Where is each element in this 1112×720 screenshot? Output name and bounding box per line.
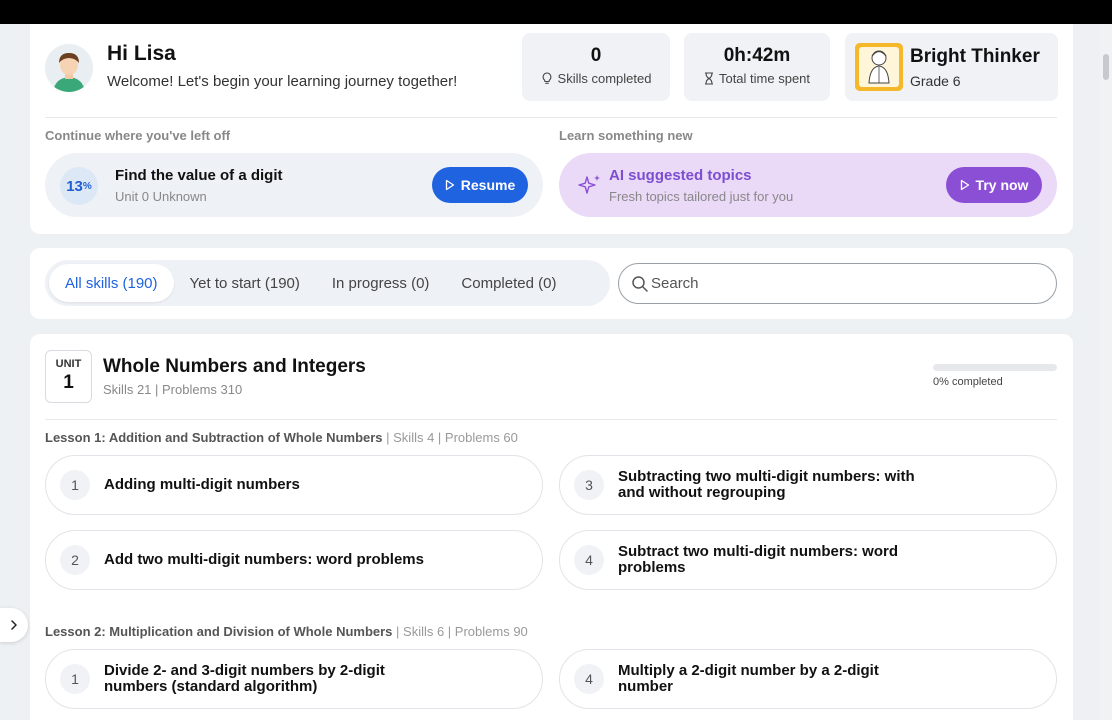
dashboard-header: Hi Lisa Welcome! Let's begin your learni… bbox=[30, 24, 1073, 234]
skills-completed-value: 0 bbox=[590, 45, 602, 66]
skill-name: Subtracting two multi-digit numbers: wit… bbox=[618, 468, 915, 501]
tab-completed[interactable]: Completed (0) bbox=[445, 264, 572, 302]
lesson-header[interactable]: Lesson 1: Addition and Subtraction of Wh… bbox=[45, 430, 518, 445]
scrollbar[interactable] bbox=[1100, 24, 1112, 720]
try-now-button-label: Try now bbox=[975, 177, 1029, 193]
header-divider bbox=[45, 117, 1057, 118]
user-avatar-icon bbox=[45, 44, 93, 92]
tab-yet-to-start[interactable]: Yet to start (190) bbox=[174, 264, 316, 302]
skill-name: Divide 2- and 3-digit numbers by 2-digit… bbox=[104, 662, 385, 695]
resume-button-label: Resume bbox=[460, 177, 516, 193]
unit-number: 1 bbox=[63, 372, 74, 393]
skill-card[interactable]: 1 Divide 2- and 3-digit numbers by 2-dig… bbox=[45, 649, 543, 709]
continue-skill-subtitle: Unit 0 Unknown bbox=[115, 189, 207, 204]
profile-badge-card[interactable]: Bright Thinker Grade 6 bbox=[845, 33, 1058, 101]
time-spent-value: 0h:42m bbox=[723, 45, 791, 66]
bright-thinker-badge-icon bbox=[855, 43, 903, 91]
skills-completed-stat: 0 Skills completed bbox=[522, 33, 670, 101]
ai-topics-title: AI suggested topics bbox=[609, 167, 752, 184]
skills-completed-label: Skills completed bbox=[557, 71, 652, 86]
skill-name: Multiply a 2-digit number by a 2-digit n… bbox=[618, 662, 879, 695]
search-box[interactable] bbox=[618, 263, 1057, 304]
play-icon bbox=[960, 179, 969, 191]
hourglass-icon bbox=[704, 72, 713, 85]
unit-number-badge: UNIT 1 bbox=[45, 350, 92, 403]
lesson-header[interactable]: Lesson 2: Multiplication and Division of… bbox=[45, 624, 528, 639]
lightbulb-icon bbox=[542, 72, 551, 84]
tab-all-skills[interactable]: All skills (190) bbox=[49, 264, 174, 302]
sparkles-icon bbox=[578, 175, 600, 194]
skill-number: 2 bbox=[60, 545, 90, 575]
profile-grade: Grade 6 bbox=[910, 73, 961, 89]
progress-percent-badge: 13% bbox=[60, 167, 98, 205]
search-input[interactable] bbox=[651, 264, 1051, 303]
skills-filter-bar: All skills (190) Yet to start (190) In p… bbox=[30, 248, 1073, 319]
profile-name: Bright Thinker bbox=[910, 46, 1040, 67]
scrollbar-thumb[interactable] bbox=[1103, 54, 1109, 80]
time-spent-label: Total time spent bbox=[718, 71, 811, 86]
search-icon bbox=[632, 276, 648, 292]
time-spent-stat: 0h:42m Total time spent bbox=[684, 33, 830, 101]
skill-number: 1 bbox=[60, 470, 90, 500]
skill-card[interactable]: 3 Subtracting two multi-digit numbers: w… bbox=[559, 455, 1057, 515]
lesson-title: Lesson 2: Multiplication and Division of… bbox=[45, 624, 393, 639]
resume-button[interactable]: Resume bbox=[432, 167, 528, 203]
learn-new-section-label: Learn something new bbox=[559, 128, 693, 143]
skill-number: 4 bbox=[574, 545, 604, 575]
ai-topics-subtitle: Fresh topics tailored just for you bbox=[609, 189, 794, 204]
skill-number: 1 bbox=[60, 664, 90, 694]
unit-progress-label: 0% completed bbox=[933, 376, 1003, 388]
chevron-right-icon bbox=[11, 620, 17, 630]
continue-skill-title: Find the value of a digit bbox=[115, 167, 283, 184]
skill-number: 4 bbox=[574, 664, 604, 694]
skill-number: 3 bbox=[574, 470, 604, 500]
play-icon bbox=[445, 179, 454, 191]
browser-top-bar bbox=[0, 0, 1112, 24]
unit-divider bbox=[45, 419, 1057, 420]
unit-label: UNIT bbox=[55, 358, 82, 370]
skill-filter-tabs: All skills (190) Yet to start (190) In p… bbox=[45, 260, 610, 306]
continue-learning-card[interactable]: 13% Find the value of a digit Unit 0 Unk… bbox=[45, 153, 543, 217]
avatar bbox=[45, 44, 93, 92]
unit-card: UNIT 1 Whole Numbers and Integers Skills… bbox=[30, 334, 1073, 720]
continue-section-label: Continue where you've left off bbox=[45, 128, 231, 143]
progress-percent-value: 13 bbox=[66, 177, 83, 195]
skill-card[interactable]: 2 Add two multi-digit numbers: word prob… bbox=[45, 530, 543, 590]
skill-name: Adding multi-digit numbers bbox=[104, 476, 300, 493]
lesson-meta: | Skills 4 | Problems 60 bbox=[382, 430, 518, 445]
skill-card[interactable]: 1 Adding multi-digit numbers bbox=[45, 455, 543, 515]
tab-in-progress[interactable]: In progress (0) bbox=[316, 264, 446, 302]
unit-title: Whole Numbers and Integers bbox=[103, 356, 366, 377]
ai-suggested-topics-card[interactable]: AI suggested topics Fresh topics tailore… bbox=[559, 153, 1057, 217]
welcome-message: Welcome! Let's begin your learning journ… bbox=[107, 73, 458, 90]
expand-sidebar-button[interactable] bbox=[0, 608, 28, 642]
try-now-button[interactable]: Try now bbox=[946, 167, 1042, 203]
greeting-title: Hi Lisa bbox=[107, 42, 176, 65]
lesson-meta: | Skills 6 | Problems 90 bbox=[392, 624, 528, 639]
skill-name: Subtract two multi-digit numbers: word p… bbox=[618, 543, 898, 576]
unit-meta: Skills 21 | Problems 310 bbox=[103, 382, 243, 397]
unit-progress-bar bbox=[933, 364, 1057, 371]
skill-name: Add two multi-digit numbers: word proble… bbox=[104, 551, 424, 568]
progress-percent-sign: % bbox=[82, 180, 92, 192]
lesson-title: Lesson 1: Addition and Subtraction of Wh… bbox=[45, 430, 383, 445]
skill-card[interactable]: 4 Multiply a 2-digit number by a 2-digit… bbox=[559, 649, 1057, 709]
skill-card[interactable]: 4 Subtract two multi-digit numbers: word… bbox=[559, 530, 1057, 590]
